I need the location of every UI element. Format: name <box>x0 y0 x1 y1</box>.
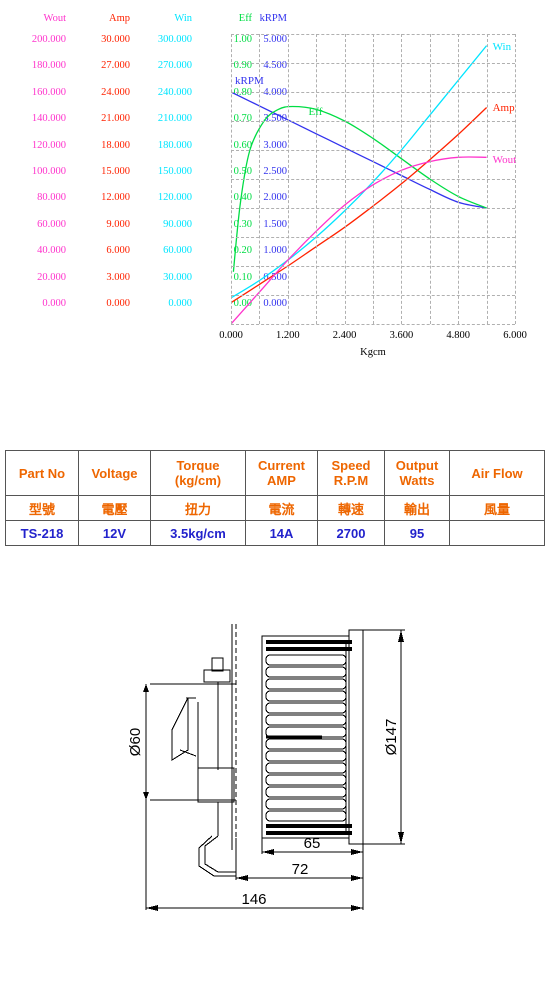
curve-label-win: Win <box>492 40 512 53</box>
header-speed: Speed R.P.M <box>317 450 385 496</box>
grid-line-horizontal <box>231 266 515 267</box>
axis-tick: 80.000 <box>37 192 66 204</box>
grid-line-horizontal <box>231 324 515 325</box>
grid-line-horizontal <box>231 121 515 122</box>
axis-tick: 200.000 <box>31 34 66 45</box>
header-current-line1: Current <box>258 458 305 473</box>
header-speed-line2: R.P.M <box>333 473 369 488</box>
axis-tick: 120.000 <box>31 139 66 151</box>
x-axis-tick: 6.000 <box>503 330 527 341</box>
label-diameter-60: Ø60 <box>127 728 144 756</box>
curve-label-eff: Eff <box>308 105 323 118</box>
header-current: Current AMP <box>245 450 318 496</box>
curve-label-wout: Wout <box>492 154 517 167</box>
header-torque: Torque (kg/cm) <box>150 450 246 496</box>
header-part-no: Part No <box>5 450 79 496</box>
value-torque: 3.5kg/cm <box>150 520 246 546</box>
value-speed: 2700 <box>317 520 385 546</box>
header-cn-current: 電流 <box>245 495 318 521</box>
header-torque-line2: (kg/cm) <box>174 473 222 488</box>
axis-tick: 180.000 <box>31 60 66 72</box>
axis-tick: 100.000 <box>31 165 66 177</box>
header-speed-line1: Speed <box>331 458 371 473</box>
value-voltage: 12V <box>78 520 151 546</box>
specification-table: Part No Voltage Torque (kg/cm) Current A… <box>5 450 545 546</box>
table-row-headers-en: Part No Voltage Torque (kg/cm) Current A… <box>5 450 545 496</box>
axis-tick: 0.000 <box>42 297 66 309</box>
x-axis-tick: 2.400 <box>332 330 357 341</box>
curve-eff <box>232 105 487 272</box>
fan-end-plate <box>348 629 364 845</box>
header-output-line2: Watts <box>399 473 435 488</box>
value-air-flow <box>449 520 545 546</box>
label-65: 65 <box>304 835 321 852</box>
impeller-blades <box>265 640 352 835</box>
x-axis-tick: 1.200 <box>275 330 300 341</box>
grid-line-horizontal <box>231 92 515 93</box>
curve-label-krpm: kRPM <box>235 75 264 87</box>
grid-line-horizontal <box>231 150 515 151</box>
label-146: 146 <box>241 891 266 908</box>
motor-assembly <box>150 657 236 836</box>
plot-area <box>231 34 516 325</box>
grid-line-horizontal <box>231 237 515 238</box>
header-torque-line1: Torque <box>176 458 220 473</box>
axis-tick: 160.000 <box>31 86 66 98</box>
x-axis-tick: 0.000 <box>219 330 243 341</box>
label-diameter-147: Ø147 <box>383 719 400 756</box>
x-axis-ticks: 0.000 1.200 2.400 3.600 4.800 6.000 <box>219 330 527 344</box>
header-air-flow: Air Flow <box>449 450 545 496</box>
header-output: Output Watts <box>384 450 450 496</box>
lead-wire <box>204 835 236 873</box>
label-72: 72 <box>292 861 309 878</box>
axis-header-wout: Wout <box>43 13 67 24</box>
header-cn-voltage: 電壓 <box>78 495 151 521</box>
x-axis-tick: 4.800 <box>446 330 470 341</box>
value-output: 95 <box>384 520 450 546</box>
header-current-line2: AMP <box>267 473 296 488</box>
grid-line-horizontal <box>231 179 515 180</box>
header-cn-speed: 轉速 <box>317 495 385 521</box>
axis-tick: 40.000 <box>37 245 66 257</box>
performance-chart: Wout 200.000 180.000 160.000 140.000 120.000 1… <box>0 0 550 380</box>
grid-line-horizontal <box>231 208 515 209</box>
technical-drawing: Ø60 Ø147 65 72 146 <box>0 600 550 960</box>
axis-tick: 140.000 <box>31 113 66 125</box>
value-current: 14A <box>245 520 318 546</box>
table-row-headers-cn: 型號 電壓 扭力 電流 轉速 輸出 風量 <box>5 495 545 521</box>
y-axis-wout: Wout 200.000 180.000 160.000 140.000 120.000 1… <box>0 10 66 317</box>
grid-line-vertical <box>515 34 516 324</box>
axis-header-krpm: kRPM <box>259 13 287 24</box>
axis-tick: 20.000 <box>37 271 66 283</box>
header-voltage: Voltage <box>78 450 151 496</box>
grid-line-horizontal <box>231 63 515 64</box>
grid-line-horizontal <box>231 295 515 296</box>
table-row-values: TS-218 12V 3.5kg/cm 14A 2700 95 <box>5 520 545 546</box>
header-output-line1: Output <box>395 458 439 473</box>
header-cn-output: 輸出 <box>384 495 450 521</box>
x-axis-label: Kgcm <box>360 347 386 358</box>
value-part-no: TS-218 <box>5 520 79 546</box>
header-cn-air-flow: 風量 <box>449 495 545 521</box>
header-cn-part-no: 型號 <box>5 495 79 521</box>
curve-label-amp: Amp <box>492 102 515 115</box>
x-axis-tick: 3.600 <box>389 330 414 341</box>
axis-tick: 60.000 <box>37 218 66 230</box>
curve-wout <box>231 156 487 324</box>
header-cn-torque: 扭力 <box>150 495 246 521</box>
grid-line-horizontal <box>231 34 515 35</box>
curve-win <box>231 45 488 299</box>
